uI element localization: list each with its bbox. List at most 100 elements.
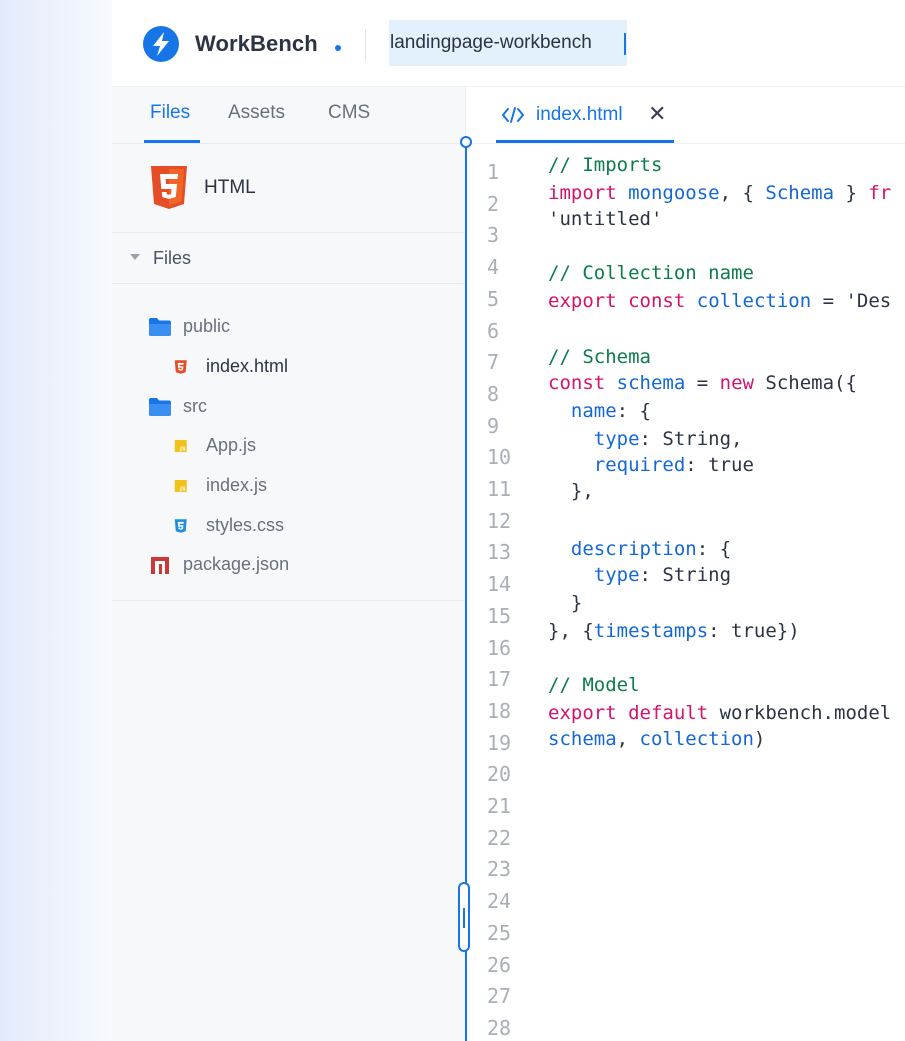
project-name-input[interactable]	[389, 20, 627, 66]
code-token: collection	[696, 290, 812, 312]
tree-item-index-js[interactable]: JS index.js	[174, 472, 374, 500]
editor-tab-label: index.html	[536, 104, 623, 125]
line-number: 10	[487, 445, 512, 470]
code-line: name: {	[548, 400, 651, 422]
header-divider	[365, 29, 366, 61]
background-gradient	[0, 0, 112, 1041]
code-line: description: {	[548, 538, 731, 560]
tree-item-label: App.js	[206, 435, 257, 455]
line-number: 1	[487, 160, 500, 184]
code-token: // Imports	[548, 154, 663, 176]
code-token: type	[593, 564, 640, 586]
code-token: }, {	[548, 620, 594, 642]
code-token: : String	[639, 564, 732, 586]
tree-item-index-html[interactable]: index.html	[174, 353, 374, 381]
code-token: collection	[639, 728, 754, 750]
folder-icon	[149, 398, 171, 416]
active-tab-indicator	[144, 140, 200, 143]
editor-tabs: index.html ✕	[466, 87, 905, 144]
line-number: 17	[487, 667, 512, 692]
code-token: =	[685, 372, 720, 394]
line-number: 5	[487, 286, 500, 311]
svg-text:JS: JS	[179, 487, 186, 493]
line-number: 8	[487, 381, 500, 406]
line-number: 9	[487, 413, 500, 438]
code-token: workbench.model	[708, 702, 892, 724]
code-token: Schema({	[753, 372, 857, 394]
code-token: fr	[868, 182, 892, 204]
js-file-icon: JS	[174, 480, 187, 493]
tab-files[interactable]: Files	[150, 102, 190, 124]
files-section-label: Files	[153, 248, 192, 268]
code-token: }	[548, 592, 583, 614]
code-token: timestamps	[593, 620, 709, 642]
file-tree: public index.html src JS App.js JS index…	[112, 285, 465, 601]
html5-icon	[151, 166, 187, 209]
code-line: import mongoose, { Schema } fr	[548, 182, 891, 204]
line-number: 6	[487, 318, 500, 343]
tree-item-public[interactable]: public	[148, 313, 348, 341]
code-token: : true	[685, 454, 754, 476]
tree-item-label: styles.css	[206, 515, 285, 535]
line-number: 18	[487, 698, 512, 723]
grip-icon	[463, 908, 465, 928]
html-file-icon	[174, 360, 187, 374]
tree-item-styles-css[interactable]: styles.css	[174, 512, 374, 540]
tree-item-app-js[interactable]: JS App.js	[174, 432, 374, 460]
npm-icon	[151, 557, 169, 574]
code-token: : String,	[639, 428, 743, 450]
code-line: schema, collection)	[548, 728, 765, 750]
brand-name: WorkBench	[195, 31, 318, 56]
line-number: 27	[487, 984, 512, 1009]
app-header: WorkBench	[112, 0, 905, 87]
line-number: 25	[487, 920, 512, 945]
code-token: required	[593, 454, 686, 476]
line-number: 2	[487, 191, 500, 216]
divider-top-dot	[460, 136, 472, 148]
line-number: 23	[487, 857, 512, 882]
code-line: export const collection = 'Des	[548, 290, 891, 312]
code-icon	[502, 107, 524, 123]
code-token: schema	[616, 372, 686, 394]
code-token: mongoose	[628, 182, 720, 204]
line-number: 4	[487, 255, 500, 280]
code-line: type: String	[548, 564, 731, 586]
tree-item-package-json[interactable]: package.json	[148, 551, 368, 579]
code-token: }	[834, 182, 869, 204]
line-number: 21	[487, 794, 512, 818]
code-token: name	[570, 400, 617, 422]
tree-item-label: index.js	[206, 475, 268, 495]
active-editor-tab-indicator	[496, 140, 674, 143]
tab-assets[interactable]: Assets	[228, 102, 285, 124]
svg-text:JS: JS	[179, 447, 186, 453]
line-number: 14	[487, 572, 512, 597]
code-token: },	[548, 480, 594, 502]
sidebar: Files Assets CMS HTML Files public index…	[112, 87, 466, 1041]
code-line: // Model	[548, 674, 640, 696]
code-token: Schema	[765, 182, 835, 204]
tab-cms[interactable]: CMS	[328, 102, 370, 124]
line-number: 11	[487, 477, 512, 501]
close-icon[interactable]: ✕	[648, 101, 666, 127]
editor-tab-index-html[interactable]: index.html ✕	[496, 87, 674, 143]
files-section-toggle[interactable]: Files	[112, 233, 465, 284]
tree-item-src[interactable]: src	[148, 393, 348, 421]
pane-resize-handle[interactable]	[458, 882, 470, 952]
brand-dot	[335, 45, 341, 51]
code-token: // Schema	[548, 346, 651, 368]
code-token: = 'Des	[811, 290, 892, 312]
code-line: const schema = new Schema({	[548, 372, 857, 394]
line-number: 16	[487, 635, 512, 660]
code-line: type: String,	[548, 428, 743, 450]
line-number: 24	[487, 889, 512, 914]
code-token: // Collection name	[548, 262, 754, 284]
code-line: // Imports	[548, 154, 662, 176]
sidebar-tabs: Files Assets CMS	[112, 87, 465, 144]
